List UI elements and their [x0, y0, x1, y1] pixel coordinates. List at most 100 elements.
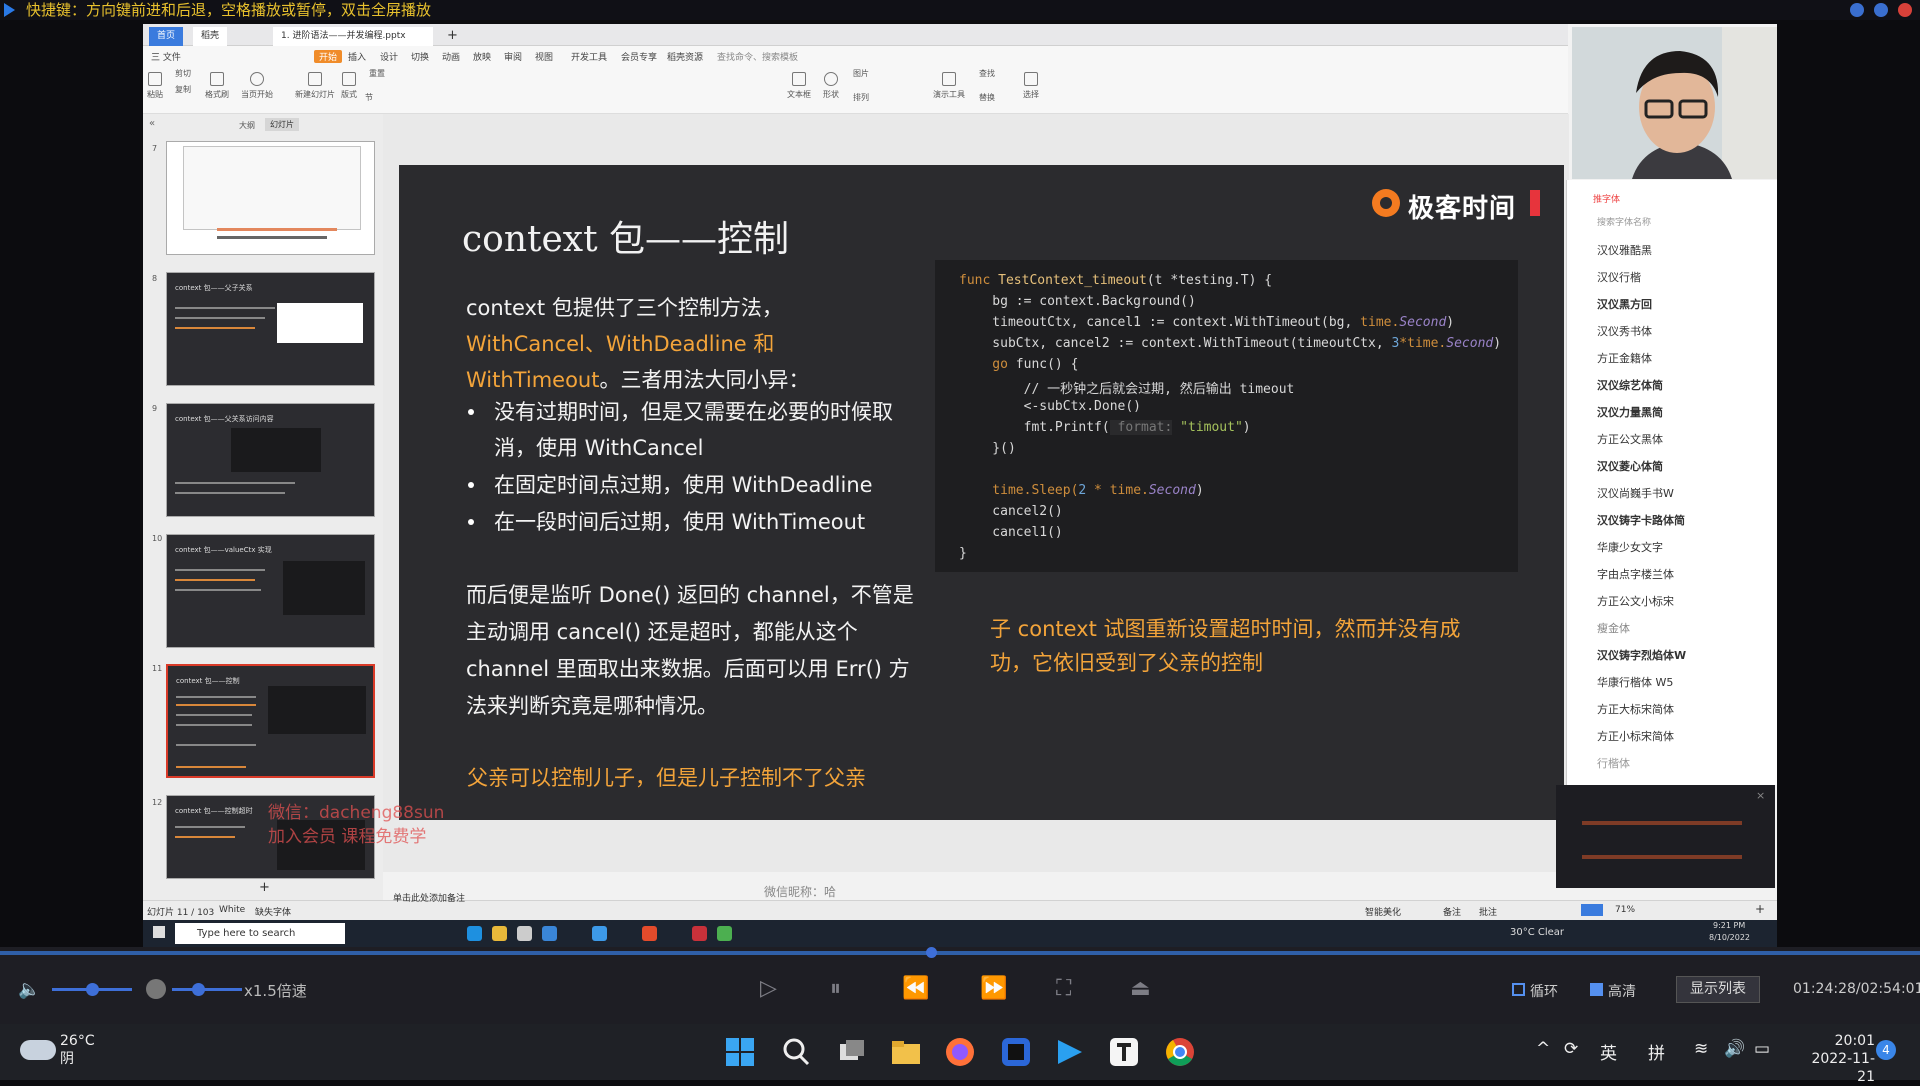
pause-icon[interactable]: ⏸ — [830, 976, 841, 1001]
eject-icon[interactable]: ⏏ — [1130, 976, 1151, 1001]
postman-icon[interactable] — [642, 926, 657, 941]
tab-document[interactable]: 1. 进阶语法——并发编程.pptx — [273, 27, 433, 46]
volume-icon[interactable]: 🔈 — [18, 979, 40, 1000]
font-item[interactable]: 华康少女文字 — [1597, 539, 1663, 555]
collapse-panel-icon[interactable]: « — [149, 118, 155, 129]
ime-mode[interactable]: 拼 — [1648, 1039, 1665, 1064]
video-player-app-icon[interactable] — [1054, 1036, 1086, 1068]
presentation-tools-button[interactable]: 演示工具 — [933, 72, 965, 100]
add-slide-icon[interactable]: + — [259, 880, 270, 895]
slide-thumbnail-10[interactable]: context 包——valueCtx 实现 — [166, 534, 375, 648]
start-from-current-button[interactable]: 当页开始 — [241, 72, 273, 100]
menu-transition[interactable]: 切换 — [411, 50, 429, 63]
speed-icon[interactable] — [146, 979, 166, 999]
menu-devtools[interactable]: 开发工具 — [571, 50, 607, 63]
menu-file[interactable]: 三 文件 — [151, 50, 181, 63]
font-item[interactable]: 方正公文黑体 — [1597, 431, 1663, 447]
font-item[interactable]: 字由点字楼兰体 — [1597, 566, 1674, 582]
paste-button[interactable]: 粘贴 — [147, 72, 163, 100]
search-icon[interactable] — [780, 1036, 812, 1068]
chrome-icon[interactable] — [1164, 1036, 1196, 1068]
font-item[interactable]: 汉仪铸字卡路体简 — [1597, 512, 1685, 528]
windows-start-icon[interactable] — [153, 926, 165, 938]
shape-button[interactable]: 形状 — [823, 72, 839, 100]
font-search-input[interactable]: 搜索字体名称 — [1597, 215, 1651, 228]
menu-design[interactable]: 设计 — [380, 50, 398, 63]
font-item[interactable]: 汉仪黑方回 — [1597, 296, 1652, 312]
font-item[interactable]: 方正小标宋简体 — [1597, 728, 1674, 744]
play-slideshow-button[interactable] — [1581, 904, 1603, 916]
speaker-icon[interactable]: 🔊 — [1724, 1039, 1745, 1059]
vscode-icon[interactable] — [592, 926, 607, 941]
hd-checkbox[interactable] — [1590, 983, 1603, 996]
rewind-icon[interactable]: ⏪ — [902, 976, 929, 1001]
slide-thumbnail-8[interactable]: context 包——父子关系 — [166, 272, 375, 386]
font-item[interactable]: 行楷体 — [1597, 755, 1630, 771]
command-search[interactable]: 查找命令、搜索模板 — [717, 50, 798, 63]
ime-language[interactable]: 英 — [1600, 1039, 1617, 1064]
goland-icon[interactable] — [1000, 1036, 1032, 1068]
font-item[interactable]: 汉仪尚巍手书W — [1597, 485, 1674, 501]
weather-widget[interactable]: 26°C 阴 — [60, 1032, 95, 1068]
reset-button[interactable]: 重置 — [369, 68, 385, 79]
tab-home[interactable]: 首页 — [149, 27, 184, 46]
sync-icon[interactable]: ⟳ — [1564, 1039, 1578, 1059]
font-item[interactable]: 汉仪铸字烈焰体W — [1597, 647, 1686, 663]
maximize-icon[interactable] — [1874, 3, 1888, 17]
slides-tab[interactable]: 幻灯片 — [265, 118, 299, 131]
slide-thumbnail-9[interactable]: context 包——父关系访问内容 — [166, 403, 375, 517]
minimize-icon[interactable] — [1850, 3, 1864, 17]
format-painter-button[interactable]: 格式刷 — [205, 72, 229, 100]
wifi-icon[interactable]: ≋ — [1694, 1039, 1708, 1059]
edge-icon[interactable] — [467, 926, 482, 941]
font-item[interactable]: 方正金籍体 — [1597, 350, 1652, 366]
font-item[interactable]: 瘦金体 — [1597, 620, 1630, 636]
play-icon[interactable]: ▷ — [760, 976, 777, 1001]
menu-slideshow[interactable]: 放映 — [473, 50, 491, 63]
progress-knob[interactable] — [926, 947, 937, 958]
windows-start-icon[interactable] — [724, 1036, 756, 1068]
select-button[interactable]: 选择 — [1023, 72, 1039, 100]
speed-slider[interactable] — [172, 988, 242, 991]
folder-icon[interactable] — [492, 926, 507, 941]
notes-placeholder[interactable]: 单击此处添加备注 — [393, 891, 465, 904]
find-button[interactable]: 查找 — [979, 68, 995, 79]
fullscreen-icon[interactable]: ⛶ — [1056, 976, 1071, 1001]
menu-insert[interactable]: 插入 — [348, 50, 366, 63]
font-item[interactable]: 汉仪行楷 — [1597, 269, 1641, 285]
picture-button[interactable]: 图片 — [853, 68, 869, 79]
chrome-icon[interactable] — [717, 926, 732, 941]
notification-badge[interactable]: 4 — [1876, 1040, 1896, 1060]
volume-knob[interactable] — [86, 983, 99, 996]
slide-thumbnail-11-selected[interactable]: context 包——控制 — [166, 664, 375, 778]
system-clock[interactable]: 20:01 2022-11-21 — [1795, 1032, 1875, 1086]
typora-icon[interactable] — [1108, 1036, 1140, 1068]
menu-member[interactable]: 会员专享 — [621, 50, 657, 63]
tray-chevron-icon[interactable]: ^ — [1536, 1039, 1550, 1059]
font-item[interactable]: 方正大标宋简体 — [1597, 701, 1674, 717]
zoom-in-icon[interactable]: + — [1755, 902, 1765, 916]
zoom-level[interactable]: 71% — [1615, 905, 1635, 915]
menu-review[interactable]: 审阅 — [504, 50, 522, 63]
section-button[interactable]: 节 — [365, 92, 373, 103]
replace-button[interactable]: 替换 — [979, 92, 995, 103]
font-item[interactable]: 汉仪雅酷黑 — [1597, 242, 1652, 258]
notes-toggle[interactable]: 备注 — [1443, 905, 1461, 918]
comments-toggle[interactable]: 批注 — [1479, 905, 1497, 918]
layout-button[interactable]: 版式 — [341, 72, 357, 100]
file-explorer-icon[interactable] — [890, 1036, 922, 1068]
slide-thumbnail-7[interactable] — [166, 141, 375, 255]
menu-animation[interactable]: 动画 — [442, 50, 460, 63]
close-icon[interactable]: × — [1756, 789, 1765, 802]
copy-button[interactable]: 复制 — [175, 84, 191, 95]
taskbar-search-input[interactable]: Type here to search — [175, 923, 345, 944]
outline-tab[interactable]: 大纲 — [239, 120, 255, 131]
video-progress-bar[interactable] — [0, 951, 1920, 955]
menu-start[interactable]: 开始 — [314, 50, 343, 63]
font-item[interactable]: 方正公文小标宋 — [1597, 593, 1674, 609]
close-icon[interactable] — [1898, 3, 1912, 17]
missing-font[interactable]: 缺失字体 — [255, 905, 291, 918]
task-view-icon[interactable] — [836, 1036, 868, 1068]
font-item[interactable]: 汉仪力量黑简 — [1597, 404, 1663, 420]
font-item[interactable]: 汉仪秀书体 — [1597, 323, 1652, 339]
